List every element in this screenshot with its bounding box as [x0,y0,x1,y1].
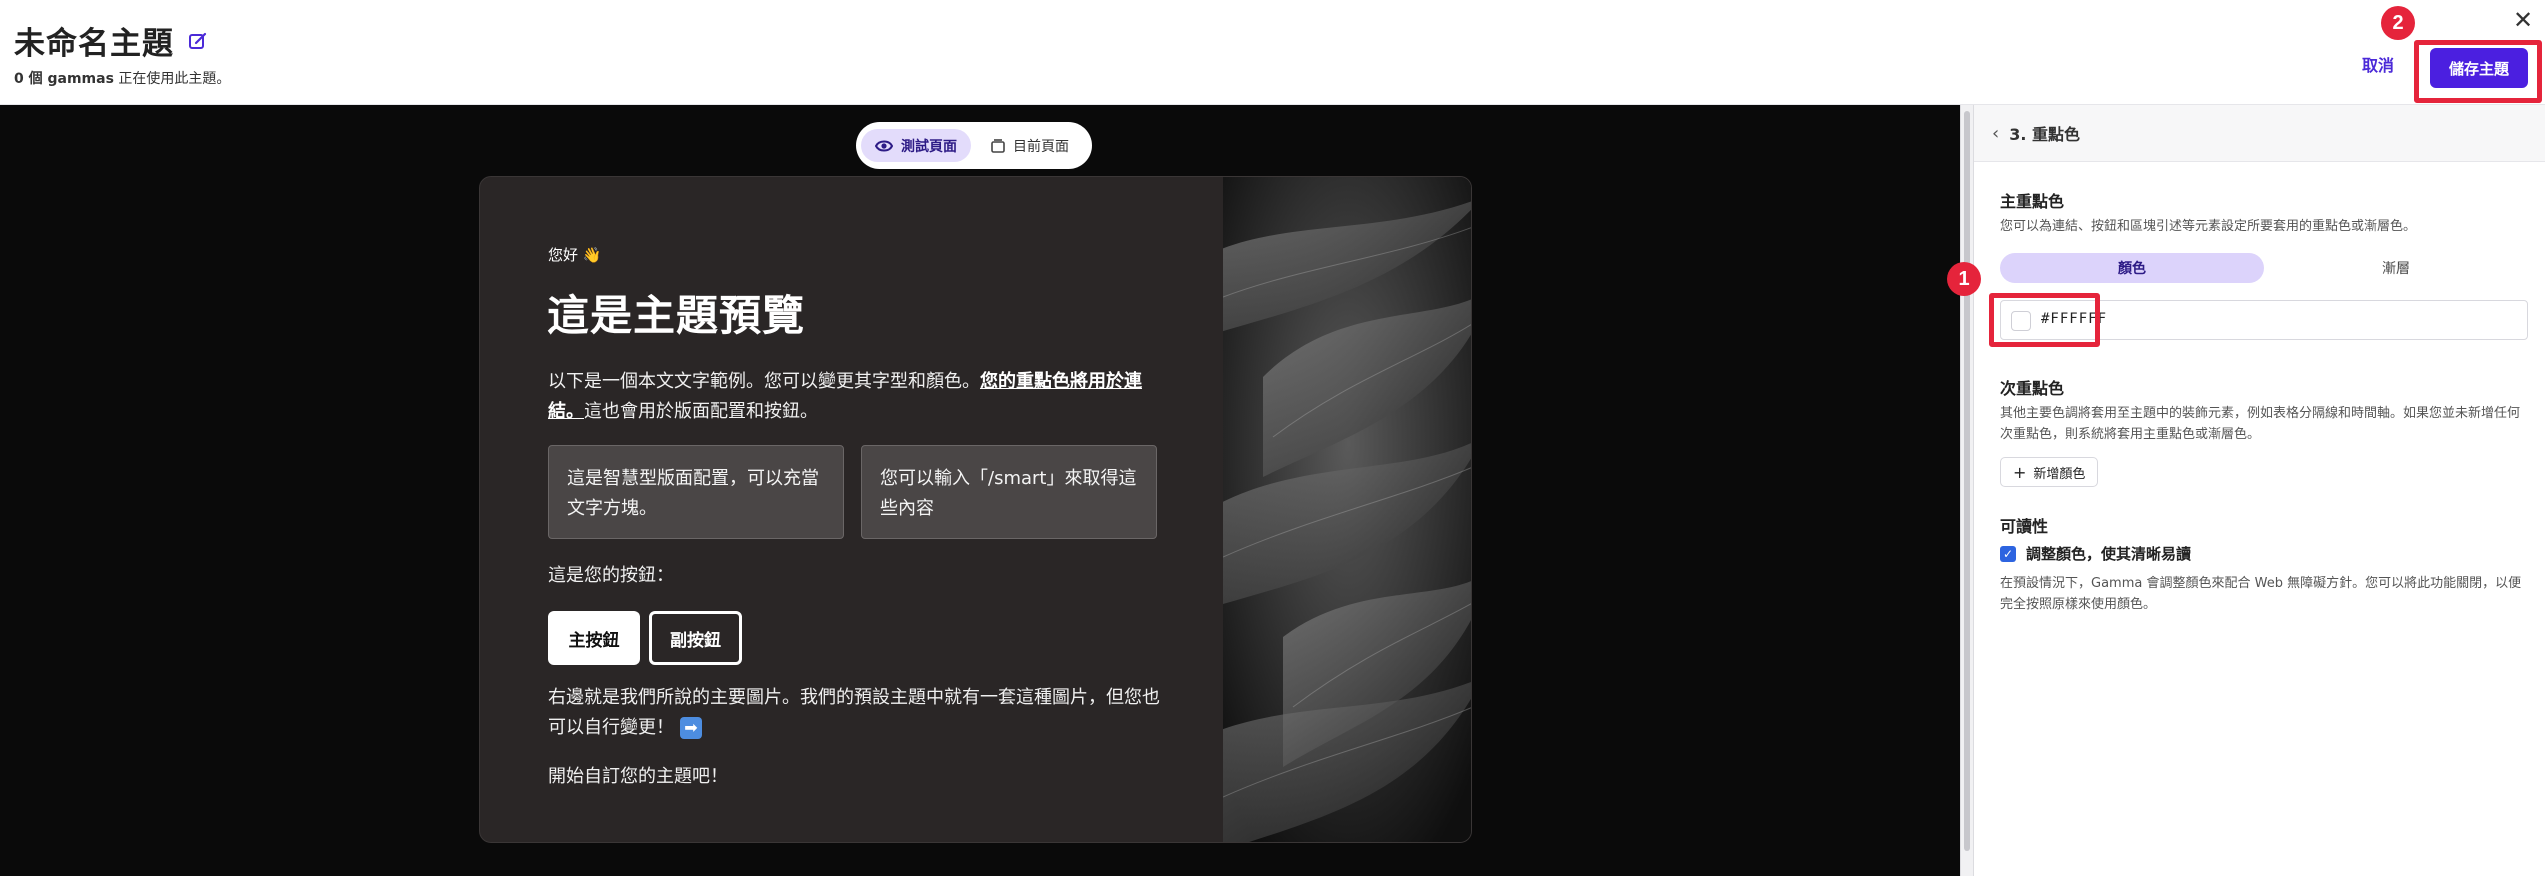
tab-color[interactable]: 顏色 [2000,253,2264,283]
gamma-count: 0 個 gammas [14,71,114,87]
panel-header-back[interactable]: ‹ 3. 重點色 [1974,105,2545,162]
primary-accent-title: 主重點色 [2000,192,2065,211]
readability-checkbox-label: 調整顏色，使其清晰易讀 [2026,545,2192,563]
secondary-accent-desc: 其他主要色調將套用至主題中的裝飾元素，例如表格分隔線和時間軸。如果您並未新增任何… [2000,406,2521,442]
preview-card-content: 您好 👋 這是主題預覽 以下是一個本文文字範例。您可以變更其字型和顏色。您的重點… [480,177,1223,842]
start-customizing-text: 開始自訂您的主題吧！ [548,766,728,787]
tab-current-page[interactable]: 目前頁面 [977,129,1083,162]
add-color-label: 新增顏色 [2033,466,2086,482]
smart-layout-box-2: 您可以輸入「/smart」來取得這些內容 [861,445,1157,539]
sample-primary-button[interactable]: 主按鈕 [548,611,640,665]
greeting-text: 您好 👋 [548,246,602,264]
theme-title[interactable]: 未命名主題 [14,18,174,63]
chevron-left-icon[interactable]: ‹ [1992,123,1999,144]
scrollbar-thumb[interactable] [1964,111,1970,851]
tab-current-page-label: 目前頁面 [1013,138,1069,155]
image-description-text: 右邊就是我們所說的主要圖片。我們的預設主題中就有一套這種圖片，但您也可以自行變更… [548,687,1160,738]
title-row: 未命名主題 [14,18,208,63]
body-paragraph: 以下是一個本文文字範例。您可以變更其字型和顏色。您的重點色將用於連結。這也會用於… [548,367,1158,427]
sample-secondary-button[interactable]: 副按鈕 [649,611,742,665]
dark-leaves-image [1223,177,1471,842]
edit-icon[interactable] [188,31,208,51]
eye-icon [875,140,893,151]
tab-test-page[interactable]: 測試頁面 [861,129,971,162]
readability-desc: 在預設情況下，Gamma 會調整顏色來配合 Web 無障礙方針。您可以將此功能關… [2000,576,2522,612]
preview-card: 您好 👋 這是主題預覽 以下是一個本文文字範例。您可以變更其字型和顏色。您的重點… [479,176,1472,843]
preview-scrollbar[interactable] [1960,105,1974,876]
save-theme-button[interactable]: 儲存主題 [2430,48,2528,88]
readability-title: 可讀性 [2000,517,2049,536]
check-icon[interactable]: ✓ [2000,545,2016,562]
settings-panel: ‹ 3. 重點色 主重點色 您可以為連結、按鈕和區塊引述等元素設定所要套用的重點… [1947,105,2545,876]
step-badge-1: 1 [1947,262,1981,296]
image-description: 右邊就是我們所說的主要圖片。我們的預設主題中就有一套這種圖片，但您也可以自行變更… [548,683,1168,743]
add-color-button[interactable]: + 新增顏色 [2000,457,2099,487]
usage-subtitle: 0 個 gammas 正在使用此主題。 [14,68,230,88]
page-toggle: 測試頁面 目前頁面 [856,122,1092,169]
step-badge-2: 2 [2381,6,2415,40]
preview-title: 這是主題預覽 [547,291,806,340]
body-plain-text: 以下是一個本文文字範例。您可以變更其字型和顏色。 [548,371,980,392]
buttons-label: 這是您的按鈕： [548,565,674,586]
accent-image [1223,177,1471,842]
close-icon[interactable]: ✕ [2507,4,2539,36]
page-icon [991,138,1005,153]
top-header: 未命名主題 0 個 gammas 正在使用此主題。 ✕ 取消 儲存主題 2 [0,0,2545,105]
body-tail-text: 這也會用於版面配置和按鈕。 [584,401,818,422]
secondary-accent-title: 次重點色 [2000,379,2065,398]
readability-checkbox-row[interactable]: ✓ 調整顏色，使其清晰易讀 [2000,543,2191,564]
step-title: 3. 重點色 [2009,125,2080,144]
accent-type-segmented: 顏色 漸層 [2000,253,2528,283]
hex-highlight-box [1989,293,2100,347]
plus-icon: + [2013,462,2027,482]
tab-gradient[interactable]: 漸層 [2264,253,2528,283]
smart-layout-box-1: 這是智慧型版面配置，可以充當文字方塊。 [548,445,844,539]
tab-test-page-label: 測試頁面 [901,138,957,155]
arrow-right-emoji-icon: ➡ [680,717,702,739]
cancel-button[interactable]: 取消 [2362,52,2394,76]
usage-text: 正在使用此主題。 [113,71,231,87]
primary-accent-desc: 您可以為連結、按鈕和區塊引述等元素設定所要套用的重點色或漸層色。 [2000,219,2417,234]
theme-preview-area: 測試頁面 目前頁面 您好 👋 這是主題預覽 以下是一個本文文字範例。您可以變更其… [0,105,1960,876]
